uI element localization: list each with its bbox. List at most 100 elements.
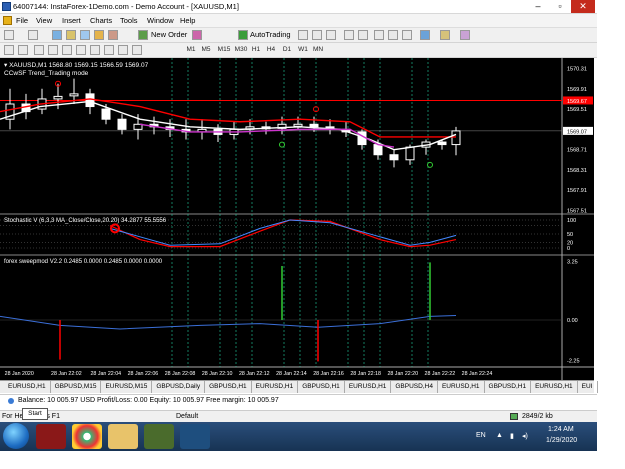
cursor-icon[interactable] — [4, 45, 14, 55]
fibonacci-icon[interactable] — [90, 45, 100, 55]
chart-tab[interactable]: GBPUSD,H1 — [485, 381, 532, 393]
candle-body[interactable] — [309, 123, 319, 128]
candle-chart-icon[interactable] — [312, 30, 322, 40]
chart-tab[interactable]: EUI — [578, 381, 598, 393]
menu-help[interactable]: Help — [180, 16, 195, 25]
auto-scroll-icon[interactable] — [388, 30, 398, 40]
metatrader-taskbar-icon[interactable] — [144, 424, 174, 449]
chart-shift-icon[interactable] — [402, 30, 412, 40]
candle-body[interactable] — [389, 154, 399, 161]
price-chart[interactable]: 1570.31 1569.91 1569.51 1569.07 1568.71 1568.… — [0, 58, 594, 380]
chart-tab[interactable]: GBPUSD,H1 — [298, 381, 345, 393]
volume-icon[interactable]: ◂) — [522, 432, 528, 440]
strategy-tester-icon[interactable] — [108, 30, 118, 40]
chart-tab[interactable]: EURUSD,H1 — [4, 381, 51, 393]
navigator-icon[interactable] — [80, 30, 90, 40]
data-window-icon[interactable] — [66, 30, 76, 40]
bar-chart-icon[interactable] — [298, 30, 308, 40]
chart-tab[interactable]: EURUSD,H1 — [345, 381, 392, 393]
connection-icon — [510, 413, 518, 420]
tile-windows-icon[interactable] — [374, 30, 384, 40]
chrome-taskbar-icon[interactable] — [72, 424, 102, 449]
chart-tab[interactable]: GBPUSD,H1 — [205, 381, 252, 393]
new-chart-icon[interactable] — [4, 30, 14, 40]
timeframe-m5[interactable]: M5 — [199, 45, 213, 55]
zoom-out-icon[interactable] — [358, 30, 368, 40]
indicators-icon[interactable] — [420, 30, 430, 40]
timeframe-m30[interactable]: M30 — [232, 45, 250, 55]
instaforex-taskbar-icon[interactable] — [36, 424, 66, 449]
menu-tools[interactable]: Tools — [120, 16, 138, 25]
candle-body[interactable] — [69, 93, 79, 97]
candle-body[interactable] — [437, 141, 447, 146]
candle-body[interactable] — [53, 95, 63, 100]
periods-icon[interactable] — [440, 30, 450, 40]
menu-view[interactable]: View — [36, 16, 52, 25]
chart-tab[interactable]: GBPUSD,M15 — [51, 381, 102, 393]
line-chart-icon[interactable] — [326, 30, 336, 40]
chart-tab[interactable]: EURUSD,H1 — [438, 381, 485, 393]
star-app-taskbar-icon[interactable] — [180, 424, 210, 449]
arrows-icon[interactable] — [132, 45, 142, 55]
candle-body[interactable] — [405, 146, 415, 161]
metaeditor-icon[interactable] — [192, 30, 202, 40]
channel-icon[interactable] — [76, 45, 86, 55]
timeframe-d1[interactable]: D1 — [280, 45, 294, 55]
timeframe-h4[interactable]: H4 — [264, 45, 278, 55]
chart-tab[interactable]: EURUSD,H1 — [252, 381, 299, 393]
network-icon[interactable]: ▮ — [510, 432, 514, 440]
zoom-in-icon[interactable] — [344, 30, 354, 40]
price-tick-label: 1569.91 — [567, 87, 587, 93]
window-title: 64007144: InstaForex-1Demo.com - Demo Ac… — [13, 2, 239, 11]
menu-window[interactable]: Window — [147, 16, 174, 25]
timeframe-m15[interactable]: M15 — [215, 45, 233, 55]
new-order-icon[interactable] — [138, 30, 148, 40]
clock-time[interactable]: 1:24 AM — [548, 426, 574, 433]
autotrading-icon[interactable] — [238, 30, 248, 40]
profiles-icon[interactable] — [28, 30, 38, 40]
signal-arrow[interactable] — [279, 141, 285, 148]
chart-tab[interactable]: GBPUSD,Daily — [152, 381, 206, 393]
candle-body[interactable] — [117, 118, 127, 130]
crosshair-icon[interactable] — [18, 45, 28, 55]
start-tooltip: Start — [22, 408, 48, 420]
explorer-taskbar-icon[interactable] — [108, 424, 138, 449]
candle-body[interactable] — [101, 108, 111, 120]
signal-arrow[interactable] — [427, 161, 433, 168]
start-button[interactable] — [3, 423, 29, 449]
autotrading-button[interactable]: AutoTrading — [250, 30, 291, 39]
time-tick-label: 28 Jan 22:08 — [165, 371, 196, 377]
chart-tab[interactable]: GBPUSD,H4 — [391, 381, 438, 393]
timeframe-w1[interactable]: W1 — [296, 45, 310, 55]
maximize-button[interactable]: ▫ — [549, 0, 571, 13]
chart-tab[interactable]: EURUSD,H1 — [531, 381, 578, 393]
candle-body[interactable] — [373, 144, 383, 156]
app-icon — [2, 2, 11, 11]
candle-body[interactable] — [451, 130, 461, 146]
menu-insert[interactable]: Insert — [62, 16, 81, 25]
text-icon[interactable] — [104, 45, 114, 55]
market-watch-icon[interactable] — [52, 30, 62, 40]
chart-window[interactable]: 1570.31 1569.91 1569.51 1569.07 1568.71 1568.… — [0, 58, 594, 380]
time-tick-label: 28 Jan 22:22 — [425, 371, 456, 377]
trendline-icon[interactable] — [62, 45, 72, 55]
timeframe-h1[interactable]: H1 — [249, 45, 263, 55]
close-button[interactable]: ✕ — [571, 0, 595, 13]
vertical-line-icon[interactable] — [34, 45, 44, 55]
timeframe-m1[interactable]: M1 — [184, 45, 198, 55]
new-order-button[interactable]: New Order — [151, 30, 187, 39]
candle-body[interactable] — [85, 93, 95, 108]
menu-file[interactable]: File — [16, 16, 28, 25]
language-indicator[interactable]: EN — [476, 432, 486, 439]
horizontal-line-icon[interactable] — [48, 45, 58, 55]
terminal-icon[interactable] — [94, 30, 104, 40]
text-label-icon[interactable] — [118, 45, 128, 55]
clock-date[interactable]: 1/29/2020 — [546, 437, 577, 444]
tray-chevron-icon[interactable]: ▲ — [496, 432, 503, 439]
chart-tab[interactable]: EURUSD,M15 — [101, 381, 153, 393]
templates-icon[interactable] — [460, 30, 470, 40]
minimize-button[interactable]: – — [527, 0, 549, 13]
candle-body[interactable] — [293, 123, 303, 127]
menu-charts[interactable]: Charts — [90, 16, 112, 25]
timeframe-mn[interactable]: MN — [311, 45, 325, 55]
